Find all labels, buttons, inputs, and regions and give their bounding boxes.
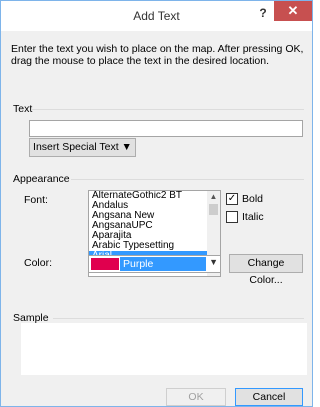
appearance-group-label: Appearance [13, 173, 70, 185]
italic-label: Italic [242, 211, 264, 223]
bold-checkbox[interactable]: ✓ [226, 193, 238, 205]
title-bar: Add Text ? ✕ [1, 1, 312, 31]
sample-preview [21, 323, 307, 375]
sample-group-divider [53, 318, 304, 319]
chevron-down-icon[interactable]: ▼ [209, 257, 218, 267]
scroll-up-arrow-icon[interactable]: ▲ [207, 191, 220, 203]
help-button[interactable]: ? [252, 4, 274, 22]
color-label: Color: [24, 257, 53, 269]
change-color-button[interactable]: Change Color... [229, 254, 303, 286]
appearance-group-divider [71, 179, 304, 180]
color-value: Purple [120, 257, 206, 271]
scroll-thumb[interactable] [209, 204, 218, 215]
ok-button[interactable]: OK [166, 388, 226, 406]
insert-special-text-button[interactable]: Insert Special Text ▼ [29, 138, 136, 157]
font-label: Font: [24, 194, 48, 206]
italic-checkbox[interactable] [226, 211, 238, 223]
close-button[interactable]: ✕ [274, 1, 312, 21]
instructions-text: Enter the text you wish to place on the … [11, 43, 304, 67]
text-input[interactable] [29, 120, 303, 137]
cancel-button[interactable]: Cancel [235, 388, 303, 406]
add-text-dialog: Add Text ? ✕ Enter the text you wish to … [0, 0, 313, 407]
color-swatch [91, 258, 119, 270]
color-dropdown[interactable]: Purple ▼ [88, 255, 221, 273]
text-group-label: Text [13, 103, 33, 115]
bold-label: Bold [242, 193, 264, 205]
text-group-divider [31, 109, 304, 110]
